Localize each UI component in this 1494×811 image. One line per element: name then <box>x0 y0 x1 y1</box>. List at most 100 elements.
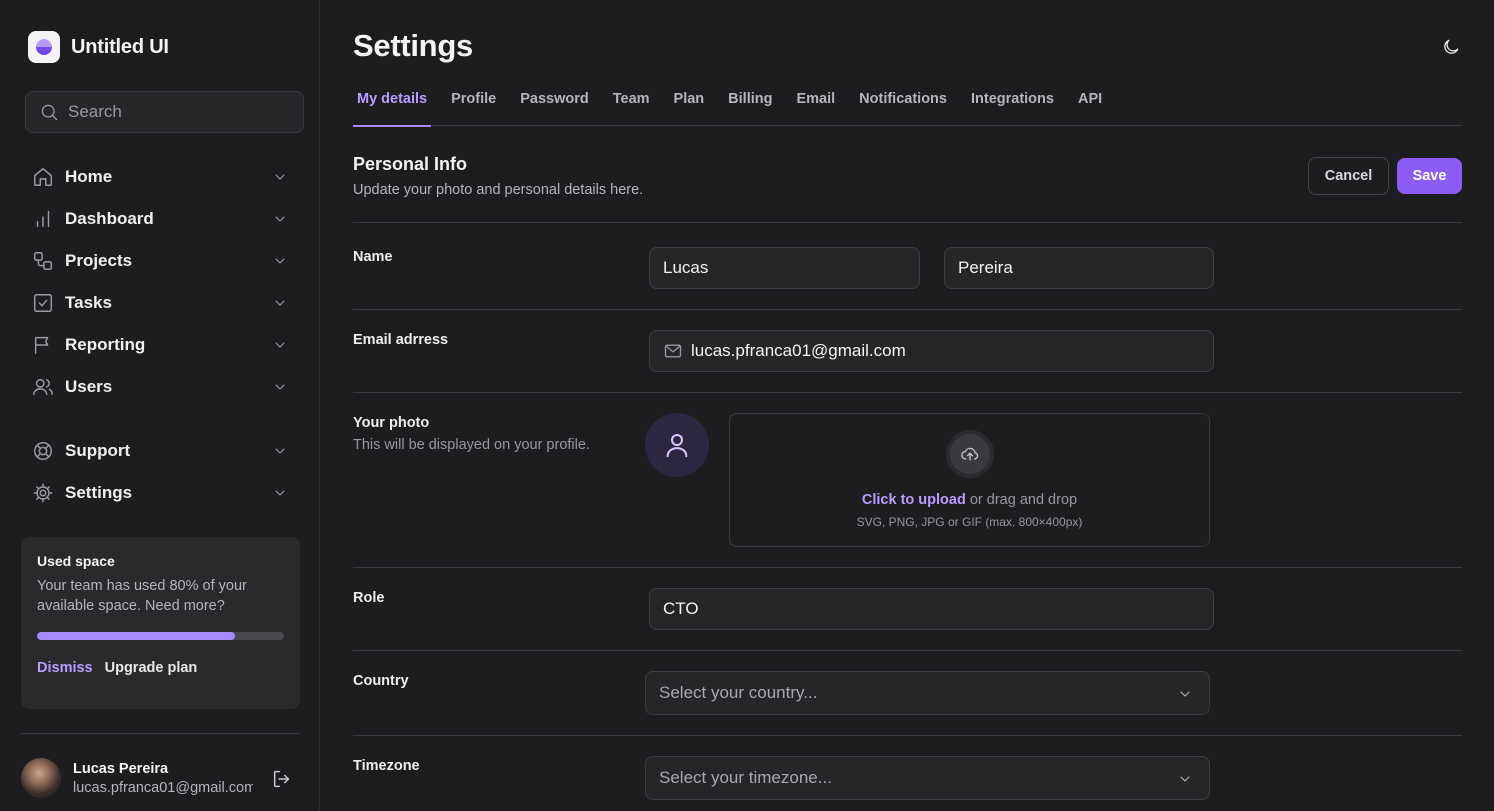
sidebar-item-settings[interactable]: Settings <box>25 472 295 514</box>
sidebar-item-projects[interactable]: Projects <box>25 240 295 282</box>
page-title: Settings <box>353 28 473 63</box>
photo-label: Your photo <box>353 415 430 431</box>
email-value: lucas.pfranca01@gmail.com <box>691 341 906 360</box>
logo-icon <box>28 31 60 63</box>
search-input[interactable]: Search <box>25 91 304 133</box>
tab-team[interactable]: Team <box>613 86 662 126</box>
app-name: Untitled UI <box>71 35 169 58</box>
upgrade-plan-link[interactable]: Upgrade plan <box>105 660 198 676</box>
timezone-placeholder: Select your timezone... <box>659 768 832 787</box>
tab-my-details[interactable]: My details <box>353 86 432 127</box>
account-name: Lucas Pereira <box>73 760 169 777</box>
sidebar-item-dashboard[interactable]: Dashboard <box>25 198 295 240</box>
chevron-down-icon <box>275 342 285 348</box>
sidebar-item-label: Reporting <box>65 335 146 354</box>
main-nav: Home Dashboard Projects Tasks Reporting … <box>25 156 295 408</box>
timezone-label: Timezone <box>353 758 420 774</box>
flag-icon <box>34 336 49 354</box>
account-email: lucas.pfranca01@gmail.com <box>73 779 253 796</box>
tab-profile[interactable]: Profile <box>451 86 508 126</box>
used-space-card: Used space Your team has used 80% of you… <box>21 537 300 709</box>
last-name-value: Pereira <box>958 258 1013 277</box>
photo-avatar <box>645 413 709 477</box>
used-space-title: Used space <box>37 553 115 569</box>
save-button[interactable]: Save <box>1397 158 1462 194</box>
last-name-field[interactable]: Pereira <box>944 247 1214 289</box>
search-placeholder: Search <box>68 102 122 121</box>
moon-icon[interactable] <box>1441 37 1461 57</box>
upload-hint: SVG, PNG, JPG or GIF (max. 800×400px) <box>856 515 1083 529</box>
section-title: Personal Info <box>353 154 468 174</box>
settings-tabs: My details Profile Password Team Plan Bi… <box>353 86 1462 127</box>
chevron-down-icon <box>1180 691 1190 697</box>
tab-email[interactable]: Email <box>796 86 847 126</box>
bar-chart-icon <box>36 210 50 228</box>
cancel-button[interactable]: Cancel <box>1308 157 1389 195</box>
used-space-text: Your team has used 80% of your available… <box>37 578 247 614</box>
avatar[interactable] <box>21 758 61 798</box>
chevron-down-icon <box>275 490 285 496</box>
sidebar-item-label: Dashboard <box>65 209 154 228</box>
layers-icon <box>34 252 52 270</box>
chevron-down-icon <box>275 258 285 264</box>
sidebar-item-label: Settings <box>65 483 133 502</box>
divider <box>353 309 1462 310</box>
divider <box>353 567 1462 568</box>
home-icon <box>34 168 52 186</box>
name-label: Name <box>353 249 393 265</box>
tab-plan[interactable]: Plan <box>674 86 717 126</box>
brand[interactable]: Untitled UI <box>28 31 169 63</box>
upload-instructions: Click to upload or drag and drop <box>730 492 1209 508</box>
tab-integrations[interactable]: Integrations <box>971 86 1066 126</box>
section-subtitle: Update your photo and personal details h… <box>353 182 644 198</box>
country-label: Country <box>353 673 409 689</box>
email-label: Email adrress <box>353 332 449 348</box>
first-name-field[interactable]: Lucas <box>649 247 920 289</box>
first-name-value: Lucas <box>663 258 709 277</box>
role-field[interactable]: CTO <box>649 588 1214 630</box>
search-icon <box>41 104 58 121</box>
dismiss-link[interactable]: Dismiss <box>37 660 93 676</box>
sidebar-item-home[interactable]: Home <box>25 156 295 198</box>
sidebar-item-label: Support <box>65 441 131 460</box>
timezone-select[interactable]: Select your timezone... <box>645 756 1210 800</box>
sidebar-item-tasks[interactable]: Tasks <box>25 282 295 324</box>
chevron-down-icon <box>275 216 285 222</box>
sidebar: Untitled UI Search Home Dashboard Projec… <box>0 0 320 811</box>
sidebar-item-label: Home <box>65 167 113 186</box>
divider <box>353 222 1462 223</box>
divider <box>353 735 1462 736</box>
account-card: Lucas Pereira lucas.pfranca01@gmail.com <box>21 758 300 798</box>
users-icon <box>33 378 53 396</box>
upload-dropzone[interactable]: Click to upload or drag and drop SVG, PN… <box>729 413 1210 547</box>
sidebar-item-label: Tasks <box>65 293 112 312</box>
sidebar-item-label: Users <box>65 377 113 396</box>
life-buoy-icon <box>34 442 52 460</box>
chevron-down-icon <box>275 384 285 390</box>
sidebar-item-reporting[interactable]: Reporting <box>25 324 295 366</box>
tab-api[interactable]: API <box>1078 86 1114 126</box>
role-label: Role <box>353 590 385 606</box>
sidebar-item-support[interactable]: Support <box>25 430 295 472</box>
footer-nav: Support Settings <box>25 430 295 514</box>
chevron-down-icon <box>275 448 285 454</box>
check-square-icon <box>34 294 52 312</box>
used-space-progress-fill <box>37 632 235 640</box>
chevron-down-icon <box>275 174 285 180</box>
chevron-down-icon <box>275 300 285 306</box>
logout-icon[interactable] <box>271 768 293 790</box>
email-field[interactable]: lucas.pfranca01@gmail.com <box>649 330 1214 372</box>
country-select[interactable]: Select your country... <box>645 671 1210 715</box>
tab-notifications[interactable]: Notifications <box>859 86 959 126</box>
chevron-down-icon <box>1180 776 1190 782</box>
sidebar-item-users[interactable]: Users <box>25 366 295 408</box>
click-to-upload-link[interactable]: Click to upload <box>862 492 966 508</box>
divider <box>353 392 1462 393</box>
tab-password[interactable]: Password <box>520 86 601 126</box>
role-value: CTO <box>663 599 699 618</box>
upload-cloud-icon <box>946 430 994 478</box>
tab-billing[interactable]: Billing <box>728 86 784 126</box>
gear-icon <box>33 483 53 503</box>
divider <box>353 650 1462 651</box>
photo-hint: This will be displayed on your profile. <box>353 437 590 453</box>
